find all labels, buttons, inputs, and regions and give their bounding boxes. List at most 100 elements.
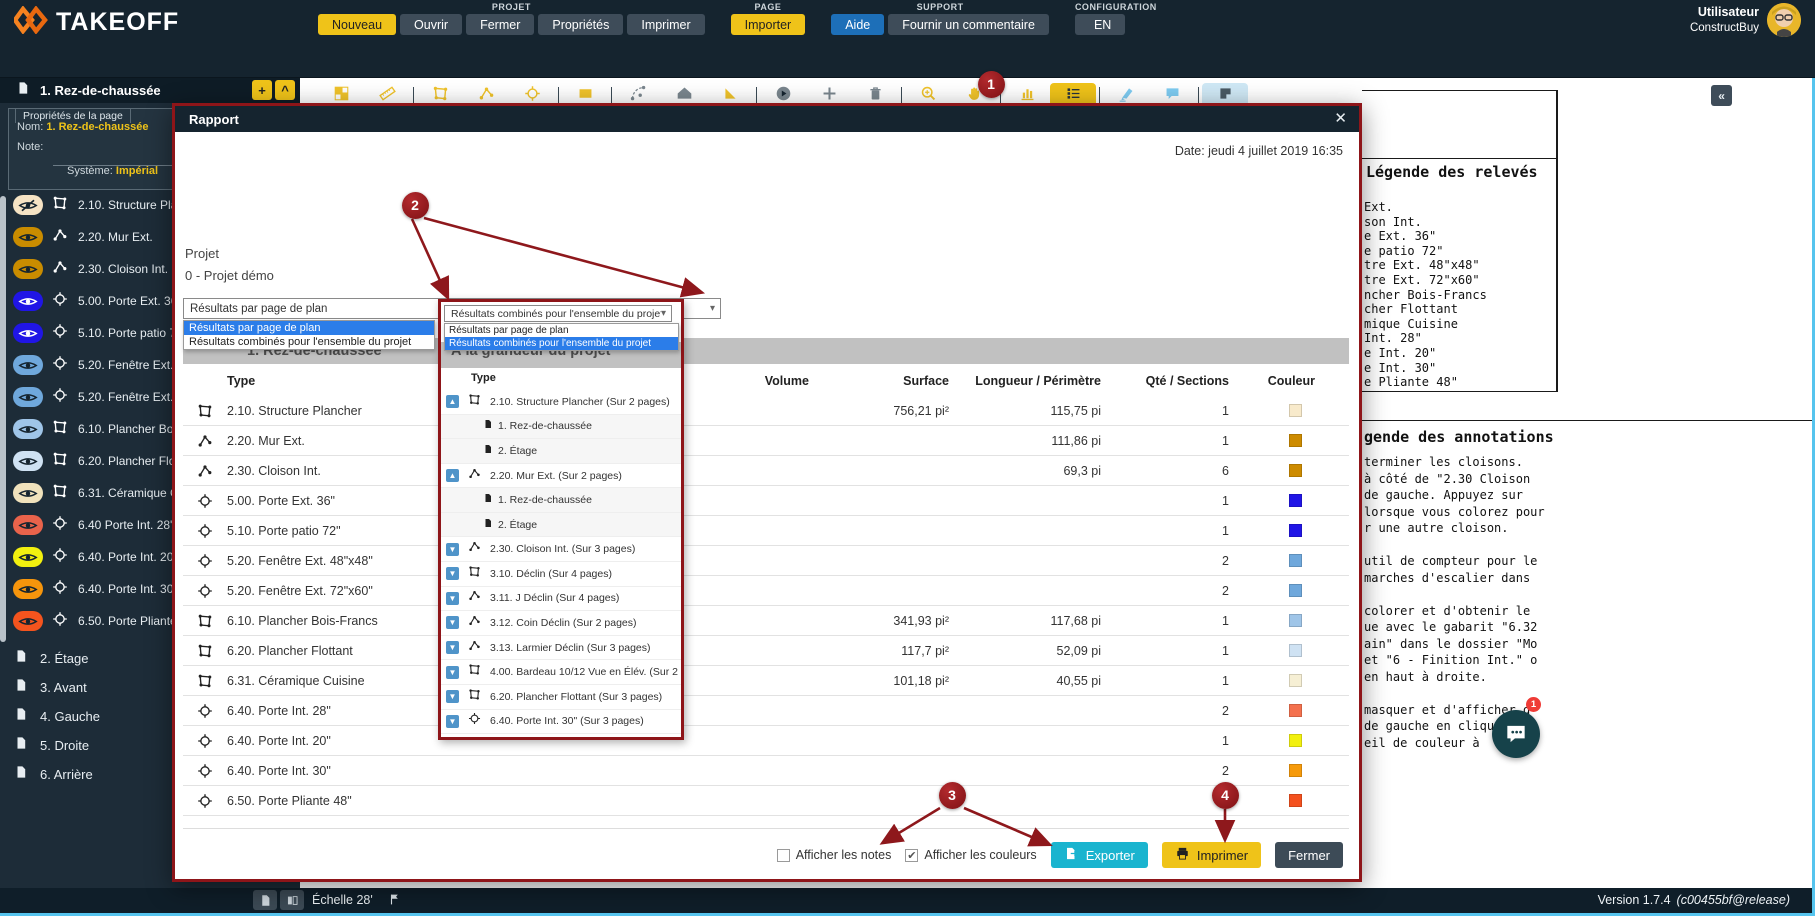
table-row[interactable]: 5.00. Porte Ext. 36"1 [183, 486, 1349, 516]
dropdown-option[interactable]: Résultats par page de plan [184, 321, 434, 335]
expand-toggle[interactable]: ▼ [446, 666, 459, 679]
visibility-eye-icon[interactable] [13, 483, 43, 503]
dropdown-option[interactable]: Résultats par page de plan [445, 324, 678, 337]
scale-view-button[interactable] [280, 890, 304, 910]
close-button[interactable]: Fermer [1275, 842, 1343, 868]
table-row[interactable]: 6.50. Porte Pliante 48"1 [183, 786, 1349, 816]
overlay-scope-select[interactable]: Résultats combinés pour l'ensemble du pr… [444, 305, 672, 322]
show-colors-checkbox[interactable]: ✔Afficher les couleurs [905, 848, 1036, 862]
collapse-properties-button[interactable]: ^ [275, 80, 295, 100]
avatar[interactable] [1767, 3, 1801, 37]
overlay-row[interactable]: ▼3.12. Coin Déclin (Sur 2 pages) [441, 611, 681, 636]
visibility-eye-icon[interactable] [13, 451, 43, 471]
visibility-eye-icon[interactable] [13, 579, 43, 599]
overlay-row[interactable]: ▼6.20. Plancher Flottant (Sur 3 pages) [441, 685, 681, 710]
sidebar-page-header[interactable]: 1. Rez-de-chaussée +^ [0, 78, 300, 103]
templates-collapse-button[interactable]: « [1711, 85, 1732, 106]
expand-toggle[interactable]: ▼ [446, 616, 459, 629]
expand-toggle[interactable]: ▼ [446, 690, 459, 703]
visibility-eye-icon[interactable] [13, 227, 43, 247]
add-takeoff-button[interactable]: + [252, 80, 272, 100]
counter-icon [52, 355, 69, 376]
table-row[interactable]: 6.31. Céramique Cuisine101,18 pi²40,55 p… [183, 666, 1349, 696]
menu-button-label: Imprimer [641, 18, 690, 32]
table-row[interactable]: 6.40. Porte Int. 30"2 [183, 756, 1349, 786]
visibility-eye-icon[interactable] [13, 515, 43, 535]
table-row[interactable]: 5.20. Fenêtre Ext. 48"x48"2 [183, 546, 1349, 576]
expand-toggle[interactable]: ▼ [446, 543, 459, 556]
surface-icon [468, 393, 482, 411]
menu-button-aide[interactable]: Aide [831, 14, 884, 35]
overlay-row[interactable]: ▼3.11. J Déclin (Sur 4 pages) [441, 587, 681, 612]
export-label: Exporter [1086, 848, 1135, 863]
user-info[interactable]: Utilisateur ConstructBuy [1690, 3, 1801, 37]
visibility-eye-icon[interactable] [13, 611, 43, 631]
overlay-row[interactable]: ▼6.40. Porte Int. 30" (Sur 3 pages) [441, 710, 681, 735]
expand-toggle[interactable]: ▼ [446, 567, 459, 580]
overlay-row[interactable]: 1. Rez-de-chaussée [441, 415, 681, 440]
menu-button-propri-t-s[interactable]: Propriétés [538, 14, 623, 35]
collapse-toggle[interactable]: ▲ [446, 395, 459, 408]
close-icon[interactable]: ✕ [1334, 109, 1347, 127]
table-row[interactable]: 6.40. Porte Int. 28"2 [183, 696, 1349, 726]
table-row[interactable]: 2.10. Structure Plancher756,21 pi²115,75… [183, 396, 1349, 426]
row-qty: 1 [1115, 734, 1243, 748]
table-row[interactable]: 6.20. Plancher Flottant117,7 pi²52,09 pi… [183, 636, 1349, 666]
show-notes-checkbox[interactable]: Afficher les notes [777, 848, 892, 862]
menu-group-projet: PROJETNouveauOuvrirFermerPropriétésImpri… [318, 0, 705, 40]
table-row[interactable]: 5.20. Fenêtre Ext. 72"x60"2 [183, 576, 1349, 606]
expand-toggle[interactable]: ▼ [446, 592, 459, 605]
overlay-row[interactable]: 1. Rez-de-chaussée [441, 488, 681, 513]
templates-label[interactable]: Gabarits [1740, 87, 1801, 104]
expand-toggle[interactable]: ▼ [446, 641, 459, 654]
overlay-row[interactable]: 2. Étage [441, 513, 681, 538]
menu-group-support: SUPPORT AideFournir un commentaire [831, 0, 1049, 40]
overlay-row[interactable]: ▼4.00. Bardeau 10/12 Vue en Élév. (Sur 2… [441, 660, 681, 685]
menu-group-label: SUPPORT [831, 2, 1049, 12]
menu-button-fermer[interactable]: Fermer [466, 14, 534, 35]
overlay-row[interactable]: ▼3.13. Larmier Déclin (Sur 3 pages) [441, 636, 681, 661]
menu-button-imprimer[interactable]: Imprimer [627, 14, 704, 35]
overlay-row[interactable]: 2. Étage [441, 439, 681, 464]
chat-button[interactable] [1492, 710, 1540, 758]
collapse-toggle[interactable]: ▲ [446, 469, 459, 482]
print-button[interactable]: Imprimer [1162, 842, 1261, 868]
row-qty: 1 [1115, 614, 1243, 628]
surface-icon [183, 643, 227, 659]
overlay-row-label: 3.10. Déclin (Sur 4 pages) [490, 568, 612, 580]
menu-button-nouveau[interactable]: Nouveau [318, 14, 396, 35]
overlay-row[interactable]: ▼ 3.10. Déclin (Sur 4 pages) [441, 562, 681, 587]
visibility-eye-icon[interactable] [13, 547, 43, 567]
visibility-eye-icon[interactable] [13, 355, 43, 375]
project-name-value: 0 - Projet démo [185, 268, 274, 283]
visibility-eye-icon[interactable] [13, 419, 43, 439]
sidebar-page-title: 1. Rez-de-chaussée [40, 83, 161, 98]
visibility-eye-icon[interactable] [13, 323, 43, 343]
expand-toggle[interactable]: ▼ [446, 715, 459, 728]
menu-button-fournir-un-commentaire[interactable]: Fournir un commentaire [888, 14, 1049, 35]
annotations-line: et "6 - Finition Int." o [1364, 653, 1537, 667]
visibility-eye-icon[interactable] [13, 291, 43, 311]
overlay-row[interactable]: ▲2.10. Structure Plancher (Sur 2 pages) [441, 390, 681, 415]
menu-button-importer[interactable]: Importer [731, 14, 806, 35]
dropdown-option[interactable]: Résultats combinés pour l'ensemble du pr… [445, 337, 678, 350]
page-icon [14, 706, 28, 727]
table-row[interactable]: 2.20. Mur Ext.111,86 pi1 [183, 426, 1349, 456]
visibility-eye-icon[interactable] [13, 195, 43, 215]
visibility-eye-icon[interactable] [13, 387, 43, 407]
overlay-row[interactable]: ▲2.20. Mur Ext. (Sur 2 pages) [441, 464, 681, 489]
table-row[interactable]: 6.40. Porte Int. 20"1 [183, 726, 1349, 756]
table-row[interactable]: 5.10. Porte patio 72"1 [183, 516, 1349, 546]
sidebar-item-label: 2.20. Mur Ext. [78, 230, 153, 244]
row-length: 111,86 pi [963, 434, 1115, 448]
export-button[interactable]: Exporter [1051, 842, 1148, 868]
dropdown-option[interactable]: Résultats combinés pour l'ensemble du pr… [184, 335, 434, 349]
table-row[interactable]: 2.30. Cloison Int.69,3 pi6 [183, 456, 1349, 486]
flag-icon[interactable] [388, 892, 402, 912]
overlay-row[interactable]: ▼2.30. Cloison Int. (Sur 3 pages) [441, 537, 681, 562]
menu-button-en[interactable]: EN [1075, 14, 1125, 35]
visibility-eye-icon[interactable] [13, 259, 43, 279]
table-row[interactable]: 6.10. Plancher Bois-Francs341,93 pi²117,… [183, 606, 1349, 636]
scale-page-button[interactable] [253, 890, 277, 910]
menu-button-ouvrir[interactable]: Ouvrir [400, 14, 462, 35]
